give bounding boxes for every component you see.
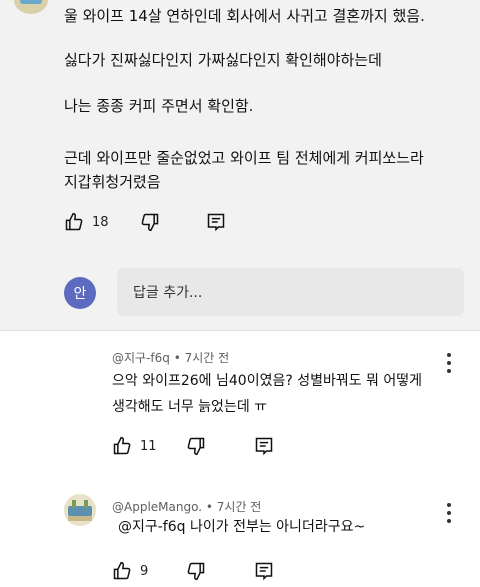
thumbs-down-icon — [141, 213, 159, 232]
reply-time: • 7시간 전 — [173, 351, 230, 365]
like-count: 9 — [140, 563, 149, 579]
reply-author[interactable]: @지구-f6q — [112, 351, 170, 365]
reply-text-line: 생각해도 너무 늙었는데 ㅠ — [112, 399, 268, 415]
reply-comment-icon — [255, 562, 273, 581]
reply-meta: @AppleMango. • 7시간 전 — [112, 498, 261, 515]
reply-comment-icon — [207, 213, 225, 232]
like-button[interactable]: 9 — [112, 561, 148, 581]
reply-avatar[interactable] — [64, 494, 96, 526]
thumbs-up-icon — [113, 561, 131, 580]
reply-comment-icon — [255, 437, 273, 456]
user-avatar[interactable]: 안 — [64, 277, 96, 309]
reply-button[interactable] — [206, 212, 226, 232]
reply-time: • 7시간 전 — [205, 500, 262, 514]
reply-input[interactable]: 답글 추가... — [117, 268, 464, 316]
reply-text-line: @지구-f6q 나이가 전부는 아니더라구요~ — [118, 516, 365, 539]
like-count: 18 — [92, 214, 109, 230]
thumbs-up-icon — [113, 436, 131, 455]
dislike-button[interactable] — [186, 436, 206, 456]
more-options-icon[interactable] — [446, 353, 452, 373]
comment-line: 근데 와이프만 줄순없었고 와이프 팀 전체에게 커피쏘느라 — [64, 149, 424, 167]
comment-line: 지갑휘청거렸음 — [64, 173, 161, 191]
comment-line: 싫다가 진짜싫다인지 가짜싫다인지 확인해야하는데 — [64, 51, 382, 69]
comment-line: 울 와이프 14살 연하인데 회사에서 사귀고 결혼까지 했음. — [64, 7, 425, 25]
reply-meta: @지구-f6q • 7시간 전 — [112, 349, 229, 366]
thumbs-down-icon — [187, 562, 205, 581]
dislike-button[interactable] — [140, 212, 160, 232]
like-count: 11 — [140, 438, 157, 454]
reply-button[interactable] — [254, 436, 274, 456]
avatar-image — [64, 494, 96, 526]
like-button[interactable]: 11 — [112, 436, 157, 456]
reply-text-line: 으악 와이프26에 님40이였음? 성별바꿔도 뭐 어떻게 — [112, 373, 423, 389]
reply-button[interactable] — [254, 561, 274, 581]
mention-link[interactable]: @지구-f6q — [118, 519, 186, 535]
reply-text: 나이가 전부는 아니더라구요~ — [190, 519, 366, 535]
reply-author[interactable]: @AppleMango. — [112, 500, 202, 514]
parent-comment: 울 와이프 14살 연하인데 회사에서 사귀고 결혼까지 했음. 싫다가 진짜싫… — [0, 0, 480, 256]
thumbs-down-icon — [187, 437, 205, 456]
reply-input-placeholder: 답글 추가... — [133, 285, 203, 301]
like-button[interactable]: 18 — [64, 212, 109, 232]
parent-avatar[interactable] — [14, 0, 48, 14]
dislike-button[interactable] — [186, 561, 206, 581]
comment-line: 나는 종종 커피 주면서 확인함. — [64, 97, 254, 115]
thumbs-up-icon — [65, 212, 83, 231]
more-options-icon[interactable] — [446, 503, 452, 523]
